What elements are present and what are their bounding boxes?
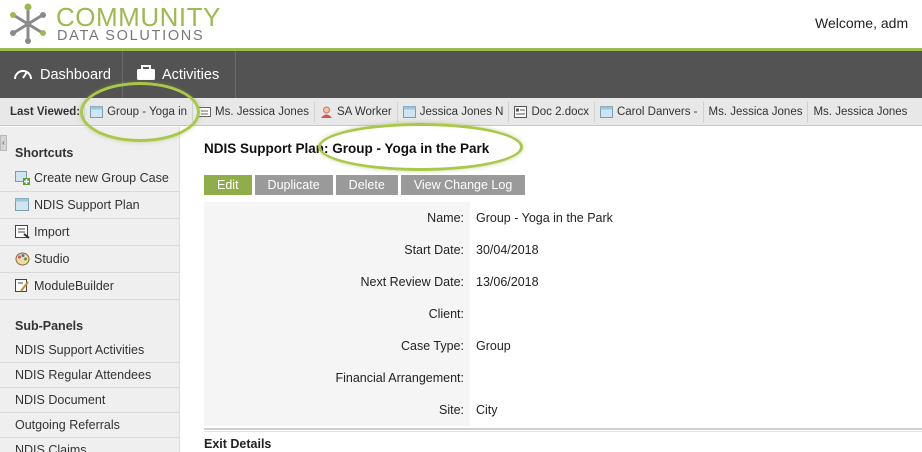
detail-row-start-date: Start Date: 30/04/2018 [204,234,922,266]
field-label: Case Type: [204,330,470,362]
subpanels-heading: Sub-Panels [15,319,84,333]
field-label: Start Date: [204,234,470,266]
field-value [470,298,476,330]
detail-row-name: Name: Group - Yoga in the Park [204,202,922,234]
logo-text-data-solutions: DATA SOLUTIONS [57,28,205,44]
app-header: COMMUNITY DATA SOLUTIONS Welcome, adm [0,0,922,48]
last-viewed-item[interactable]: Ms. Jessica Jones [702,101,808,122]
duplicate-button[interactable]: Duplicate [254,175,333,195]
field-value: 30/04/2018 [476,243,539,257]
last-viewed-item-label: Ms. Jessica Jones [215,105,309,118]
user-icon [320,106,332,118]
company-logo[interactable]: COMMUNITY DATA SOLUTIONS [8,3,220,45]
import-icon [15,225,30,239]
last-viewed-bar: Last Viewed: Group - Yoga in Ms. Jessica… [0,98,922,126]
subpanel-link[interactable]: NDIS Regular Attendees [0,363,180,388]
last-viewed-item[interactable]: Jessica Jones N [396,101,509,122]
shortcut-label: Import [34,225,70,239]
last-viewed-item-label: Ms. Jessica Jones [813,105,908,118]
snowflake-logo-icon [10,3,46,44]
last-viewed-item[interactable]: Carol Danvers - [593,101,703,122]
nav-dashboard[interactable]: Dashboard [0,51,123,98]
view-change-log-button[interactable]: View Change Log [400,175,526,195]
main-navbar: Dashboard Activities [0,48,922,98]
shortcut-module-builder[interactable]: ModuleBuilder [0,273,180,300]
case-icon [15,198,29,211]
shortcut-label: NDIS Support Plan [34,198,140,212]
last-viewed-item-label: Ms. Jessica Jones [708,105,803,118]
shortcut-ndis-support-plan[interactable]: NDIS Support Plan [0,192,180,219]
exit-details-heading: Exit Details [204,437,272,451]
detail-row-case-type: Case Type: Group [204,330,922,362]
nav-activities[interactable]: Activities [124,51,236,98]
detail-row-next-review-date: Next Review Date: 13/06/2018 [204,266,922,298]
field-label: Next Review Date: [204,266,470,298]
page-title: NDIS Support Plan: Group - Yoga in the P… [204,141,490,156]
welcome-user-text[interactable]: Welcome, adm [815,15,908,31]
shortcut-create-group-case[interactable]: Create new Group Case [0,165,180,192]
shortcut-import[interactable]: Import [0,219,180,246]
last-viewed-item-label: Jessica Jones N [419,105,504,118]
sidebar-collapse-toggle[interactable]: ‹ [0,135,7,151]
document-icon [514,105,528,118]
detail-row-site: Site: City [204,394,922,426]
briefcase-icon [136,64,156,85]
field-value: City [476,403,498,417]
module-builder-icon [15,279,29,292]
detail-row-financial-arrangement: Financial Arrangement: [204,362,922,394]
studio-palette-icon [15,252,30,266]
sidebar: Shortcuts Create new Group Case NDIS Sup… [0,127,180,452]
speedometer-icon [12,65,34,85]
last-viewed-item-label: Group - Yoga in [107,105,188,118]
last-viewed-item[interactable]: SA Worker [313,101,397,122]
delete-button[interactable]: Delete [335,175,398,195]
field-label: Client: [204,298,470,330]
last-viewed-item[interactable]: Doc 2.docx [508,101,594,122]
edit-button[interactable]: Edit [204,175,252,195]
last-viewed-item[interactable]: Ms. Jessica Jones [192,101,314,122]
shortcut-studio[interactable]: Studio [0,246,180,273]
subpanel-link[interactable]: NDIS Support Activities [0,338,180,363]
field-label: Site: [204,394,470,426]
shortcut-label: ModuleBuilder [34,279,114,293]
field-value: 13/06/2018 [476,275,539,289]
field-label: Name: [204,202,470,234]
logo-text-community: COMMUNITY [56,2,221,32]
subpanel-link[interactable]: NDIS Document [0,388,180,413]
detail-row-client: Client: [204,298,922,330]
subpanel-link[interactable]: NDIS Claims [0,438,180,452]
shortcuts-heading: Shortcuts [15,146,74,160]
field-value: Group - Yoga in the Park [476,211,613,225]
contact-card-icon [198,106,212,117]
case-icon [599,105,613,118]
last-viewed-item[interactable]: Ms. Jessica Jones [807,101,912,122]
case-icon [402,105,416,118]
field-value [470,362,476,394]
action-button-bar: Edit Duplicate Delete View Change Log [204,175,528,195]
create-case-icon [15,171,30,185]
shortcut-label: Studio [34,252,70,266]
nav-activities-label: Activities [162,66,220,83]
nav-dashboard-label: Dashboard [40,66,111,83]
field-label: Financial Arrangement: [204,362,470,394]
last-viewed-item-label: Doc 2.docx [531,105,589,118]
last-viewed-item[interactable]: Group - Yoga in [84,101,192,122]
shortcut-label: Create new Group Case [34,171,169,185]
case-icon [90,105,104,118]
last-viewed-item-label: SA Worker [336,105,392,118]
field-value: Group [476,339,511,353]
last-viewed-item-label: Carol Danvers - [616,105,698,118]
subpanel-link[interactable]: Outgoing Referrals [0,413,180,438]
last-viewed-label: Last Viewed: [10,105,81,118]
section-divider [204,428,922,432]
